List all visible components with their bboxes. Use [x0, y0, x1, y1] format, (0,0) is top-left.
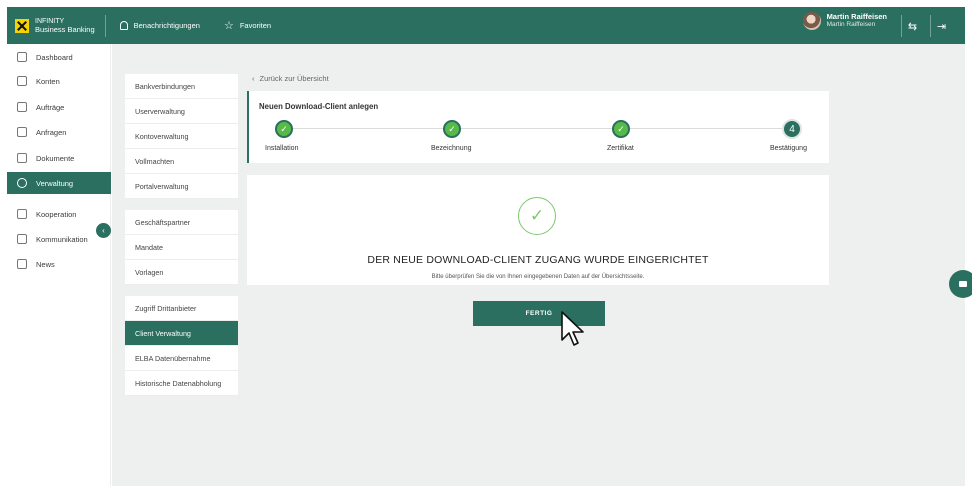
sidebar-item-label: Kommunikation — [36, 234, 88, 244]
chat-bubble-icon — [959, 281, 967, 287]
request-icon — [17, 127, 27, 137]
brand-line2: Business Banking — [35, 24, 95, 34]
sidebar-item-verwaltung[interactable]: Verwaltung — [7, 172, 111, 194]
step-1-check-icon: ✓ — [275, 120, 293, 138]
favorites-link[interactable]: ☆ Favoriten — [223, 19, 272, 32]
sidebar-item-konten[interactable]: Konten — [7, 70, 111, 92]
stepper-line — [287, 128, 787, 129]
sidebar-item-label: Dokumente — [36, 153, 75, 163]
submenu-item[interactable]: Geschäftspartner — [125, 210, 238, 235]
step-label-installation: Installation — [265, 145, 299, 152]
document-icon — [17, 153, 27, 163]
sidebar-collapse-button[interactable]: ‹ — [96, 223, 111, 238]
user-subname: Martin Raiffeisen — [826, 21, 876, 28]
submenu-item[interactable]: Kontoverwaltung — [125, 124, 238, 149]
chat-icon — [17, 234, 27, 244]
avatar — [802, 12, 821, 30]
sidebar-item-kooperation[interactable]: Kooperation — [7, 203, 111, 225]
submenu-item[interactable]: Zugriff Drittanbieter — [125, 296, 238, 321]
sidebar-item-news[interactable]: News — [7, 253, 111, 275]
sidebar-item-dashboard[interactable]: Dashboard — [7, 46, 111, 68]
step-3-check-icon: ✓ — [612, 120, 630, 138]
submenu-item[interactable]: ELBA Datenübernahme — [125, 346, 238, 371]
stepper-title: Neuen Download-Client anlegen — [259, 102, 379, 111]
favorites-label: Favoriten — [239, 21, 272, 30]
back-link-label: Zurück zur Übersicht — [259, 74, 329, 83]
sidebar-item-label: Anfragen — [36, 127, 67, 137]
back-link[interactable]: ‹ Zurück zur Übersicht — [252, 74, 329, 83]
result-title: DER NEUE DOWNLOAD-CLIENT ZUGANG WURDE EI… — [367, 254, 709, 266]
sidebar-item-label: News — [36, 259, 55, 269]
sidebar: Dashboard Konten Aufträge Anfragen Dokum… — [7, 44, 111, 486]
chat-button[interactable] — [949, 270, 972, 298]
submenu-item[interactable]: Userverwaltung — [125, 99, 238, 124]
top-bar: INFINITY Business Banking Benachrichtigu… — [7, 7, 965, 44]
notifications-label: Benachrichtigungen — [133, 21, 200, 30]
brand: INFINITY Business Banking — [35, 14, 106, 37]
chevron-left-icon: ‹ — [252, 74, 255, 83]
sidebar-item-dokumente[interactable]: Dokumente — [7, 147, 111, 169]
wallet-icon — [17, 76, 27, 86]
submenu-item[interactable]: Bankverbindungen — [125, 74, 238, 99]
success-check-icon: ✓ — [518, 197, 556, 235]
sidebar-item-label: Konten — [36, 76, 60, 86]
submenu-item[interactable]: Vorlagen — [125, 260, 238, 285]
raiffeisen-logo-icon[interactable] — [15, 18, 29, 33]
sidebar-item-label: Verwaltung — [36, 178, 74, 188]
logout-icon[interactable]: ⇥ — [930, 15, 952, 37]
submenu-group-2: Geschäftspartner Mandate Vorlagen — [125, 210, 238, 285]
sidebar-item-label: Kooperation — [36, 209, 77, 219]
switch-icon[interactable]: ⇆ — [901, 15, 923, 37]
result-subtitle: Bitte überprüfen Sie die von Ihnen einge… — [431, 274, 645, 280]
sidebar-item-label: Dashboard — [36, 52, 73, 62]
step-label-bestaetigung: Bestätigung — [770, 145, 807, 152]
transfer-icon — [17, 102, 27, 112]
news-icon — [17, 259, 27, 269]
bell-icon — [119, 21, 128, 30]
top-nav: Benachrichtigungen ☆ Favoriten — [119, 19, 289, 32]
gear-icon — [17, 178, 27, 188]
user-name-block: Martin Raiffeisen Martin Raiffeisen — [827, 13, 887, 29]
step-label-bezeichnung: Bezeichnung — [431, 145, 472, 152]
sidebar-item-anfragen[interactable]: Anfragen — [7, 121, 111, 143]
notifications-link[interactable]: Benachrichtigungen — [119, 21, 200, 30]
step-4-number: 4 — [782, 119, 802, 139]
star-icon: ☆ — [223, 19, 234, 32]
handshake-icon — [17, 209, 27, 219]
sidebar-item-label: Aufträge — [36, 102, 65, 112]
grid-icon — [17, 52, 27, 62]
submenu-item-active[interactable]: Client Verwaltung — [125, 321, 238, 346]
submenu-item[interactable]: Historische Datenabholung — [125, 371, 238, 396]
submenu-item[interactable]: Portalverwaltung — [125, 174, 238, 199]
step-2-check-icon: ✓ — [443, 120, 461, 138]
result-card: ✓ DER NEUE DOWNLOAD-CLIENT ZUGANG WURDE … — [247, 175, 829, 285]
submenu-group-1: Bankverbindungen Userverwaltung Kontover… — [125, 74, 238, 199]
submenu-item[interactable]: Mandate — [125, 235, 238, 260]
user-name: Martin Raiffeisen — [826, 12, 887, 21]
sidebar-item-auftraege[interactable]: Aufträge — [7, 96, 111, 118]
user-menu[interactable]: Martin Raiffeisen Martin Raiffeisen — [802, 12, 887, 30]
mouse-cursor-icon — [561, 311, 584, 346]
submenu-group-3: Zugriff Drittanbieter Client Verwaltung … — [125, 296, 238, 396]
step-label-zertifikat: Zertifikat — [607, 145, 634, 152]
stepper-card: Neuen Download-Client anlegen ✓ ✓ ✓ 4 In… — [247, 91, 829, 163]
submenu-item[interactable]: Vollmachten — [125, 149, 238, 174]
